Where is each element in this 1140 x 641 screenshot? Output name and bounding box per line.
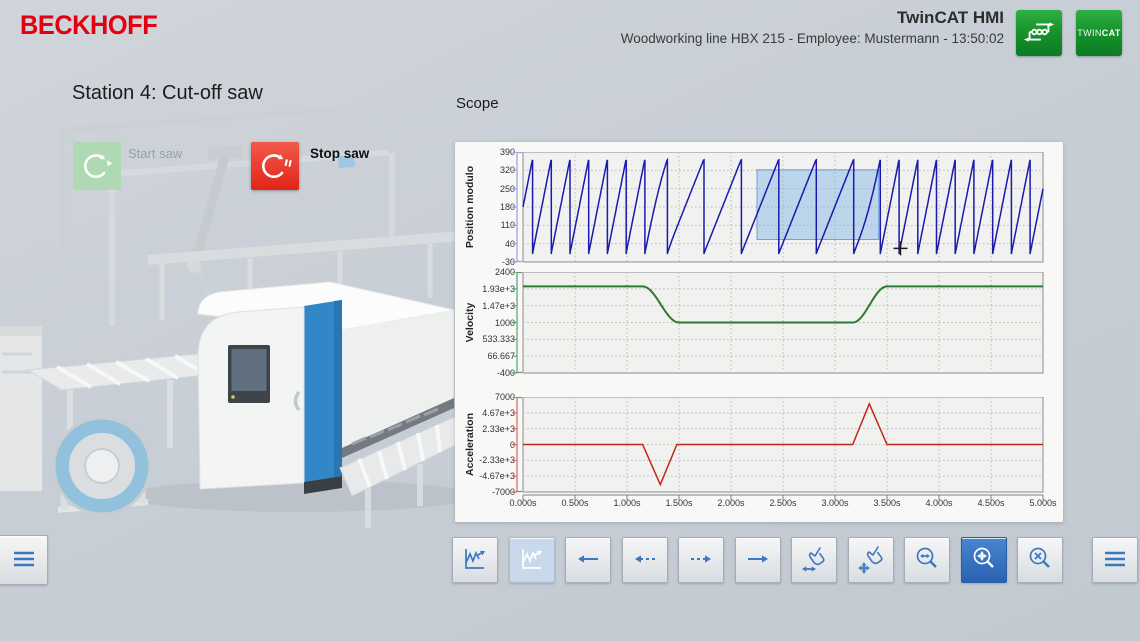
scope-run-chart-alt-button[interactable] bbox=[509, 537, 555, 583]
scroll-left-fast-button[interactable] bbox=[565, 537, 611, 583]
circular-arrow-pause-icon bbox=[258, 148, 292, 185]
x-tick-label: 4.500s bbox=[964, 498, 1018, 508]
x-tick-label: 3.000s bbox=[808, 498, 862, 508]
app-title: TwinCAT HMI bbox=[621, 8, 1004, 28]
beckhoff-logo: BECKHOFF bbox=[20, 10, 157, 41]
scope-toolbar bbox=[452, 537, 1063, 583]
x-tick-label: 2.000s bbox=[704, 498, 758, 508]
zoom-free-button[interactable] bbox=[961, 537, 1007, 583]
x-tick-label: 0.000s bbox=[496, 498, 550, 508]
station-title: Station 4: Cut-off saw bbox=[72, 82, 263, 105]
pan-horizontal-button[interactable] bbox=[791, 537, 837, 583]
start-saw-button[interactable] bbox=[73, 142, 121, 190]
scroll-right-button[interactable] bbox=[678, 537, 724, 583]
line-overview-button[interactable] bbox=[1016, 10, 1062, 56]
header-title-block: TwinCAT HMI Woodworking line HBX 215 - E… bbox=[621, 8, 1004, 46]
right-menu-button[interactable] bbox=[1092, 537, 1138, 583]
x-tick-label: 1.500s bbox=[652, 498, 706, 508]
scope-title: Scope bbox=[456, 95, 499, 112]
outfeed-table bbox=[340, 410, 470, 528]
left-menu-button[interactable] bbox=[0, 535, 48, 585]
chart-plot-3[interactable] bbox=[509, 397, 1049, 494]
chart-plot-1[interactable] bbox=[509, 152, 1049, 264]
hand-pan-x-icon bbox=[799, 544, 829, 577]
arrow-right-solid-icon bbox=[743, 544, 773, 577]
zoom-reset-button[interactable] bbox=[1017, 537, 1063, 583]
header-subtitle: Woodworking line HBX 215 - Employee: Mus… bbox=[621, 31, 1004, 46]
scope-panel: Position modulo39032025018011040-30Veloc… bbox=[455, 142, 1063, 522]
material-coil bbox=[54, 418, 150, 514]
chart-plot-2[interactable] bbox=[509, 272, 1049, 375]
scroll-right-fast-button[interactable] bbox=[735, 537, 781, 583]
x-tick-label: 2.500s bbox=[756, 498, 810, 508]
arrow-right-dashed-icon bbox=[686, 544, 716, 577]
robot-arm bbox=[187, 146, 243, 345]
x-tick-label: 1.000s bbox=[600, 498, 654, 508]
menu-icon bbox=[8, 543, 40, 578]
stop-saw-label: Stop saw bbox=[310, 146, 369, 161]
flow-loop-icon bbox=[1023, 16, 1055, 51]
menu-icon bbox=[1099, 543, 1131, 578]
side-cabinet bbox=[0, 326, 42, 491]
x-tick-label: 3.500s bbox=[860, 498, 914, 508]
pan-free-button[interactable] bbox=[848, 537, 894, 583]
zoom-cancel-icon bbox=[1025, 544, 1055, 577]
zoom-selection bbox=[757, 170, 879, 240]
x-tick-label: 4.000s bbox=[912, 498, 966, 508]
infeed-conveyor bbox=[28, 342, 352, 458]
chart-arrow-icon bbox=[460, 544, 490, 577]
zoom-x-icon bbox=[912, 544, 942, 577]
machine-illustration bbox=[0, 68, 470, 538]
x-tick-label: 5.000s bbox=[1016, 498, 1070, 508]
zoom-horizontal-button[interactable] bbox=[904, 537, 950, 583]
x-tick-label: 0.500s bbox=[548, 498, 602, 508]
arrow-left-solid-icon bbox=[573, 544, 603, 577]
chart-arrow-icon bbox=[517, 544, 547, 577]
stop-saw-button[interactable] bbox=[251, 142, 299, 190]
scroll-left-button[interactable] bbox=[622, 537, 668, 583]
circular-arrow-play-icon bbox=[80, 148, 114, 185]
scope-run-chart-button[interactable] bbox=[452, 537, 498, 583]
start-saw-label: Start saw bbox=[128, 146, 182, 161]
twincat-logo: TWINCAT bbox=[1077, 28, 1121, 38]
twincat-button[interactable]: TWINCAT bbox=[1076, 10, 1122, 56]
hand-pan-xy-icon bbox=[856, 544, 886, 577]
zoom-xy-icon bbox=[969, 544, 999, 577]
app-root: BECKHOFF TwinCAT HMI Woodworking line HB… bbox=[0, 0, 1140, 641]
arrow-left-dashed-icon bbox=[630, 544, 660, 577]
back-conveyor bbox=[148, 236, 462, 320]
machine-body bbox=[198, 282, 454, 494]
